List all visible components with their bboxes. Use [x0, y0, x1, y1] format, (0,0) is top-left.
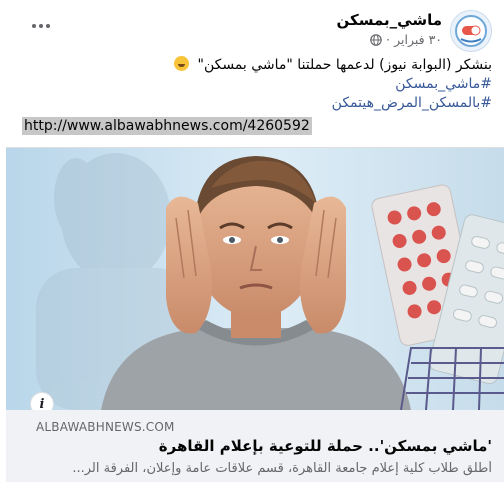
more-dot	[39, 24, 43, 28]
caption-line: بنشكر (البوابة نيوز) لدعمها حملتنا "ماشي…	[12, 56, 492, 75]
more-dot	[46, 24, 50, 28]
hashtag-link[interactable]: #ماشي_بمسكن	[395, 76, 492, 92]
page-avatar[interactable]	[450, 10, 492, 52]
link-description: أطلق طلاب كلية إعلام جامعة القاهرة، قسم …	[72, 461, 492, 476]
link-preview-image[interactable]	[6, 148, 504, 410]
more-options-button[interactable]	[26, 14, 56, 38]
link-preview-footer[interactable]: ALBAWABHNEWS.COM 'ماشي بمسكن'.. حملة للت…	[6, 410, 504, 482]
headache-man-photo	[6, 148, 504, 410]
page-logo-icon	[451, 11, 491, 51]
post-caption: بنشكر (البوابة نيوز) لدعمها حملتنا "ماشي…	[12, 56, 492, 113]
facebook-post: ماشي_بمسكن ٣٠ فبراير · بنشكر (البوابة ني…	[0, 0, 504, 482]
more-options-icon	[32, 24, 36, 28]
post-meta: ٣٠ فبراير ·	[370, 32, 442, 47]
link-preview-card[interactable]: i ALBAWABHNEWS.COM 'ماشي بمسكن'.. حملة ل…	[6, 147, 504, 482]
caption-text: بنشكر (البوابة نيوز) لدعمها حملتنا "ماشي…	[197, 57, 493, 73]
link-title[interactable]: 'ماشي بمسكن'.. حملة للتوعية بإعلام القاه…	[22, 437, 492, 455]
caption-url-link[interactable]: http://www.albawabhnews.com/4260592	[22, 117, 312, 135]
page-name-link[interactable]: ماشي_بمسكن	[336, 11, 442, 29]
link-domain: ALBAWABHNEWS.COM	[36, 420, 175, 434]
grinning-face-icon	[174, 56, 190, 71]
post-date[interactable]: ٣٠ فبراير	[394, 32, 442, 47]
globe-icon[interactable]	[370, 33, 382, 46]
hashtag-link[interactable]: #بالمسكن_المرض_هيتمكن	[332, 95, 492, 111]
meta-separator: ·	[386, 32, 391, 47]
